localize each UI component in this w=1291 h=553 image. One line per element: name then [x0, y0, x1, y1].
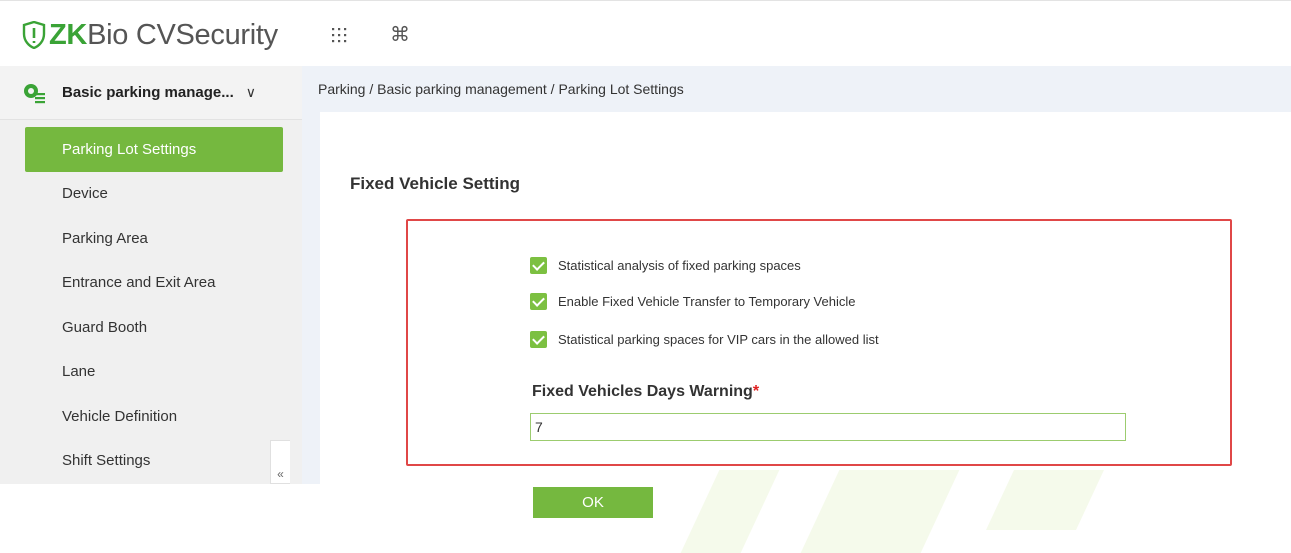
app-header: ZKBio CVSecurity ⌘	[0, 0, 1291, 66]
collapse-sidebar-button[interactable]: «	[270, 440, 290, 484]
checkbox-label: Enable Fixed Vehicle Transfer to Tempora…	[558, 294, 856, 309]
watermark-stripe	[800, 470, 960, 553]
checkbox-checked-icon[interactable]	[530, 293, 547, 310]
checkbox-row-statistical-analysis[interactable]: Statistical analysis of fixed parking sp…	[530, 257, 801, 274]
sidebar: Basic parking manage... ∨ Parking Lot Se…	[0, 66, 302, 484]
checkbox-row-transfer-temporary[interactable]: Enable Fixed Vehicle Transfer to Tempora…	[530, 293, 855, 310]
days-warning-label: Fixed Vehicles Days Warning*	[532, 383, 760, 400]
checkbox-checked-icon[interactable]	[530, 331, 547, 348]
module-selector[interactable]: Basic parking manage... ∨	[0, 66, 302, 120]
content-gutter	[302, 112, 320, 484]
sidebar-menu: Parking Lot Settings Device Parking Area…	[0, 127, 302, 483]
checkbox-label: Statistical parking spaces for VIP cars …	[558, 332, 879, 347]
watermark-stripe	[680, 470, 780, 553]
required-mark: *	[752, 383, 760, 400]
sidebar-item-device[interactable]: Device	[0, 172, 302, 217]
grid-icon[interactable]	[331, 27, 347, 43]
ok-button[interactable]: OK	[533, 487, 653, 518]
sidebar-item-vehicle-definition[interactable]: Vehicle Definition	[0, 394, 302, 439]
sidebar-item-guard-booth[interactable]: Guard Booth	[0, 305, 302, 350]
checkbox-row-vip-spaces[interactable]: Statistical parking spaces for VIP cars …	[530, 331, 879, 348]
shield-logo-icon	[22, 21, 46, 49]
sidebar-item-lane[interactable]: Lane	[0, 350, 302, 395]
command-icon[interactable]: ⌘	[390, 23, 410, 45]
checkbox-label: Statistical analysis of fixed parking sp…	[558, 258, 801, 273]
chevron-down-icon[interactable]: ∨	[246, 84, 256, 101]
zkbio-logo[interactable]: ZKBio CVSecurity	[22, 17, 278, 53]
sidebar-item-parking-lot-settings[interactable]: Parking Lot Settings	[25, 127, 283, 172]
breadcrumb: Parking / Basic parking management / Par…	[318, 81, 684, 97]
sidebar-item-parking-area[interactable]: Parking Area	[0, 216, 302, 261]
checkbox-checked-icon[interactable]	[530, 257, 547, 274]
sidebar-item-shift-settings[interactable]: Shift Settings	[0, 439, 302, 484]
sidebar-item-entrance-exit-area[interactable]: Entrance and Exit Area	[0, 261, 302, 306]
logo-text: ZKBio CVSecurity	[49, 18, 278, 51]
breadcrumb-bar: Parking / Basic parking management / Par…	[302, 66, 1291, 112]
module-label: Basic parking manage...	[62, 84, 234, 101]
section-title: Fixed Vehicle Setting	[350, 174, 521, 193]
days-warning-input[interactable]	[530, 413, 1126, 441]
parking-module-icon	[24, 83, 45, 103]
watermark-stripe	[986, 470, 1104, 530]
